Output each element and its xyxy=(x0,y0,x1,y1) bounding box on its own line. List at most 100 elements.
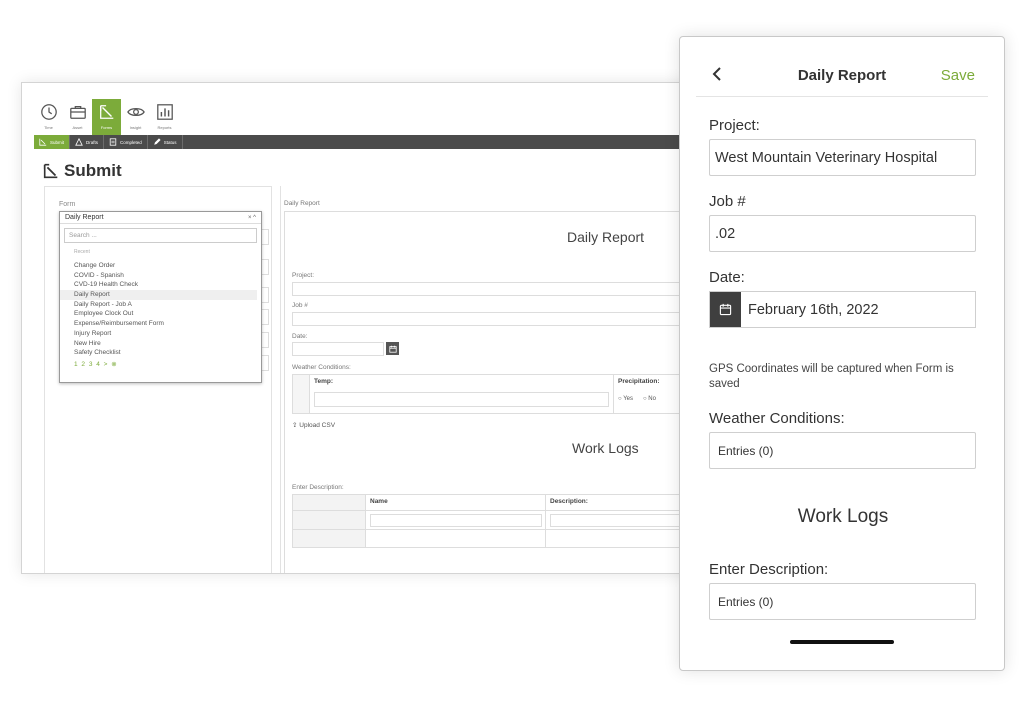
form-icon xyxy=(99,105,113,119)
subtab-label: Status xyxy=(163,139,177,145)
calendar-icon xyxy=(388,345,397,353)
selected-form: Daily Report xyxy=(65,214,104,221)
subtab-drafts[interactable]: Drafts xyxy=(70,135,105,149)
dropdown-option[interactable]: Safety Checklist xyxy=(60,348,261,358)
warning-icon xyxy=(75,138,83,146)
dropdown-option[interactable]: Expense/Reimbursement Form xyxy=(60,319,261,329)
dropdown-hint: Recent xyxy=(74,249,90,255)
project-label: Project: xyxy=(292,272,315,279)
main-toolbar: Time Asset Forms Insight Reports xyxy=(34,99,179,135)
toolbar-label: Forms xyxy=(100,125,113,130)
name-header: Name xyxy=(370,498,388,505)
toolbar-asset[interactable]: Asset xyxy=(63,99,92,135)
date-picker-button[interactable] xyxy=(386,342,399,355)
upload-csv-link[interactable]: ⇪ Upload CSV xyxy=(292,421,335,429)
form-label: Form xyxy=(59,201,76,208)
report-icon xyxy=(156,104,173,120)
subtab-label: Drafts xyxy=(86,139,99,145)
project-label: Project: xyxy=(709,117,760,134)
job-input[interactable] xyxy=(292,312,700,326)
form-breadcrumb: Daily Report xyxy=(284,200,320,207)
dropdown-option[interactable]: Employee Clock Out xyxy=(60,309,261,319)
subtab-status[interactable]: Status xyxy=(148,135,183,149)
weather-row-handle xyxy=(292,374,310,414)
screenshot-stage: Time Asset Forms Insight Reports Submit … xyxy=(0,0,1024,708)
precip-yes-radio[interactable]: ○ Yes xyxy=(618,396,633,402)
job-value: .02 xyxy=(715,225,736,242)
save-button[interactable]: Save xyxy=(941,67,975,84)
subtab-label: Completed xyxy=(120,139,142,145)
precip-no-radio[interactable]: ○ No xyxy=(643,396,656,402)
temp-header: Temp: xyxy=(314,378,334,385)
description-entries-field[interactable]: Entries (0) xyxy=(709,583,976,620)
toolbar-time[interactable]: Time xyxy=(34,99,63,135)
form-select-dropdown[interactable]: Daily Report × ^ Search ... Recent Chang… xyxy=(59,211,262,383)
work-logs-heading: Work Logs xyxy=(797,506,889,527)
dropdown-option[interactable]: Daily Report xyxy=(60,290,257,300)
page-title-text: Submit xyxy=(64,161,122,180)
pen-icon xyxy=(153,138,161,145)
project-value: West Mountain Veterinary Hospital xyxy=(715,149,938,166)
briefcase-icon xyxy=(69,105,86,119)
form-preview-pane: Daily Report Daily Report Project: Job #… xyxy=(280,186,700,573)
work-logs-heading: Work Logs xyxy=(572,440,639,456)
radio-label: No xyxy=(648,396,656,402)
page-title: Submit xyxy=(42,161,122,181)
dropdown-option[interactable]: Daily Report - Job A xyxy=(60,300,261,310)
dropdown-options: Change Order COVID - Spanish CVD-19 Health… xyxy=(60,261,261,358)
toolbar-label: Asset xyxy=(72,125,83,130)
description-header: Description: xyxy=(550,498,588,505)
weather-entries-field[interactable]: Entries (0) xyxy=(709,432,976,469)
upload-label: Upload CSV xyxy=(299,422,336,429)
subtab-submit[interactable]: Submit xyxy=(34,135,71,149)
dropdown-option[interactable]: New Hire xyxy=(60,339,261,349)
date-picker-button[interactable] xyxy=(710,292,741,327)
dropdown-search-input[interactable]: Search ... xyxy=(64,228,257,243)
project-field[interactable]: West Mountain Veterinary Hospital xyxy=(709,139,976,176)
home-indicator[interactable] xyxy=(790,640,894,644)
name-input[interactable] xyxy=(370,514,542,527)
precip-header: Precipitation: xyxy=(618,378,660,385)
submit-icon xyxy=(39,138,47,146)
clear-collapse-controls[interactable]: × ^ xyxy=(248,215,256,221)
toolbar-label: Time xyxy=(44,125,53,130)
forms-subnav: Submit Drafts Completed Status xyxy=(34,135,700,149)
dropdown-option[interactable]: COVID - Spanish xyxy=(60,271,261,281)
project-input[interactable] xyxy=(292,282,700,296)
date-field[interactable]: February 16th, 2022 xyxy=(709,291,976,328)
job-label: Job # xyxy=(292,302,308,309)
description-entries-value: Entries (0) xyxy=(718,594,774,609)
form-heading: Daily Report xyxy=(567,229,645,245)
toolbar-label: Insight xyxy=(129,125,142,130)
job-field[interactable]: .02 xyxy=(709,215,976,252)
submit-icon xyxy=(43,163,58,179)
gps-note: GPS Coordinates will be captured when Fo… xyxy=(709,363,954,390)
form-picker-pane: Form Daily Report × ^ Search ... Recent … xyxy=(44,186,272,573)
enter-description-label: Enter Description: xyxy=(292,484,344,491)
dropdown-selected[interactable]: Daily Report × ^ xyxy=(60,212,261,224)
description-label: Enter Description: xyxy=(709,561,829,578)
dropdown-option[interactable]: CVD-19 Health Check xyxy=(60,280,261,290)
date-input[interactable] xyxy=(292,342,384,356)
weather-label: Weather Conditions: xyxy=(292,364,351,371)
dropdown-pagination[interactable]: 1 2 3 4 > ⊗ xyxy=(60,360,261,368)
dropdown-option[interactable]: Injury Report xyxy=(60,329,261,339)
eye-icon xyxy=(126,107,145,117)
job-label: Job # xyxy=(709,193,746,210)
dropdown-option[interactable]: Change Order xyxy=(60,261,261,271)
toolbar-insight[interactable]: Insight xyxy=(121,99,150,135)
calendar-icon xyxy=(719,303,732,316)
desktop-window: Time Asset Forms Insight Reports Submit … xyxy=(21,82,701,574)
toolbar-reports[interactable]: Reports xyxy=(150,99,179,135)
subtab-completed[interactable]: Completed xyxy=(104,135,148,149)
mobile-device: Daily Report Save Project: West Mountain… xyxy=(679,36,1005,671)
date-label: Date: xyxy=(709,269,745,286)
weather-label: Weather Conditions: xyxy=(709,410,845,427)
date-label: Date: xyxy=(292,333,308,340)
toolbar-forms[interactable]: Forms xyxy=(92,99,121,135)
toolbar-label: Reports xyxy=(157,125,172,130)
mobile-header: Daily Report Save xyxy=(696,59,988,97)
radio-label: Yes xyxy=(623,396,633,402)
list-icon xyxy=(109,138,117,146)
temp-input[interactable] xyxy=(314,392,609,407)
